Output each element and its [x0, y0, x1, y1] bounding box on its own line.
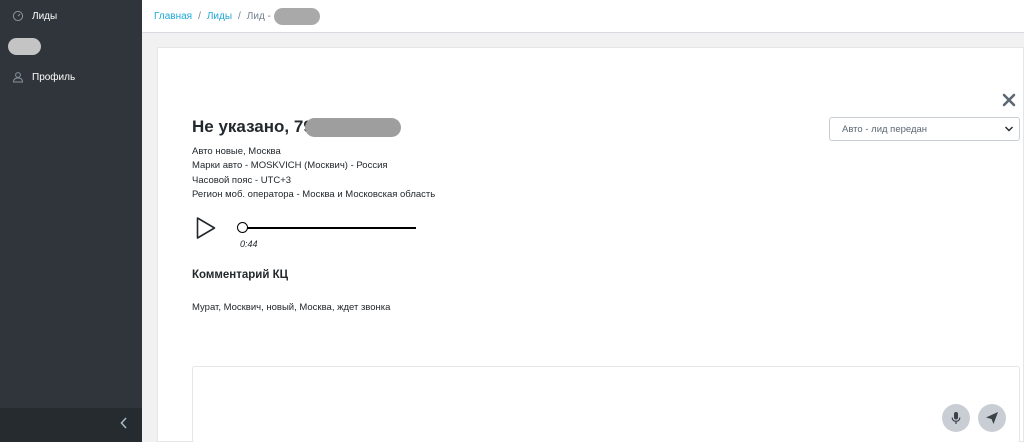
send-button[interactable] [978, 404, 1006, 432]
lead-status-select[interactable]: Авто - лид передан [829, 117, 1020, 141]
close-button[interactable] [1001, 92, 1017, 108]
audio-progress-thumb[interactable] [237, 222, 248, 233]
close-icon [1002, 93, 1016, 107]
sidebar-item-label: Профиль [32, 71, 76, 83]
comment-text: Мурат, Москвич, новый, Москва, ждет звон… [192, 302, 391, 313]
sidebar: Лиды Профиль [0, 0, 142, 442]
lead-card: Авто - лид передан Не указано, 79 Авто н… [157, 47, 1024, 442]
lead-title: Не указано, 79 [192, 117, 401, 137]
audio-player: 0:44 [192, 214, 422, 254]
lead-title-text: Не указано, 79 [192, 117, 313, 136]
comment-heading: Комментарий КЦ [192, 269, 289, 281]
send-icon [986, 412, 998, 424]
breadcrumb-separator: / [198, 10, 201, 22]
breadcrumb: Главная / Лиды / Лид - [142, 0, 1024, 33]
microphone-icon [951, 412, 961, 424]
chevron-down-icon [1004, 125, 1014, 136]
sidebar-item-profile[interactable]: Профиль [0, 64, 142, 90]
breadcrumb-current: Лид - [246, 10, 271, 22]
mic-button[interactable] [942, 404, 970, 432]
redacted-phone [304, 117, 401, 137]
audio-time: 0:44 [240, 239, 258, 249]
message-input[interactable] [192, 366, 1020, 442]
breadcrumb-leads-link[interactable]: Лиды [207, 11, 232, 22]
redacted-lead-id [273, 7, 320, 25]
info-line: Часовой пояс - UTC+3 [192, 174, 292, 186]
gauge-icon [12, 10, 24, 22]
breadcrumb-home-link[interactable]: Главная [154, 11, 192, 22]
audio-progress-track[interactable] [238, 227, 416, 229]
lead-info: Авто новые, Москва Марки авто - MOSKVICH… [192, 145, 435, 202]
chevron-left-icon [120, 416, 128, 434]
breadcrumb-separator: / [238, 10, 241, 22]
info-line: Марки авто - MOSKVICH (Москвич) - Россия [192, 160, 388, 172]
status-selected-value: Авто - лид передан [842, 123, 928, 135]
user-icon [12, 71, 24, 83]
info-line: Регион моб. оператора - Москва и Московс… [192, 188, 436, 200]
play-button[interactable] [195, 216, 217, 240]
info-line: Авто новые, Москва [192, 146, 281, 157]
sidebar-item-label: Лиды [32, 10, 58, 22]
sidebar-item-leads[interactable]: Лиды [0, 3, 142, 29]
sidebar-minimizer[interactable] [0, 408, 142, 442]
redacted-item [8, 38, 41, 55]
play-icon [196, 217, 216, 239]
